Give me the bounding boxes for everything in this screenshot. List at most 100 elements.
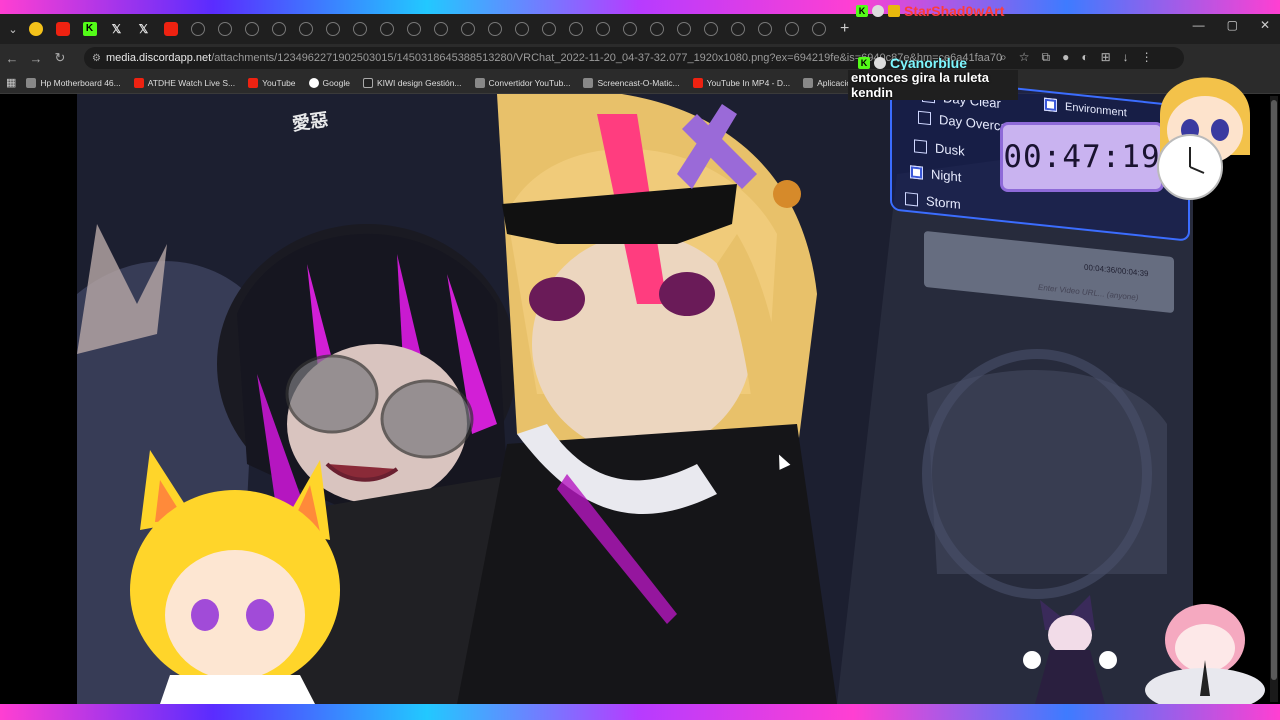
browser-tab[interactable] (562, 17, 589, 41)
checkbox-checked[interactable] (1044, 97, 1057, 113)
bookmark-item[interactable]: Screencast-O-Matic... (583, 77, 680, 88)
browser-tab[interactable] (481, 17, 508, 41)
maximize-button[interactable]: ▢ (1227, 18, 1238, 32)
checkbox[interactable] (914, 139, 927, 154)
site-info-icon[interactable]: ⚙ (92, 53, 106, 64)
browser-tab[interactable] (697, 17, 724, 41)
browser-tab[interactable] (805, 17, 832, 41)
browser-tab[interactable] (454, 17, 481, 41)
kick-icon: K (82, 22, 97, 36)
browser-tab[interactable]: K (76, 17, 103, 41)
reload-icon[interactable]: ↻ (48, 50, 72, 66)
back-arrow-icon[interactable]: ← (0, 51, 24, 66)
globe-icon (676, 22, 691, 36)
browser-tab[interactable]: 𝕏 (130, 17, 157, 41)
extension-icon[interactable]: ● (1062, 50, 1069, 65)
extensions-puzzle-icon[interactable]: ⊞ (1101, 50, 1111, 65)
x-logo-icon: 𝕏 (111, 22, 122, 36)
browser-tab[interactable] (427, 17, 454, 41)
globe-icon (703, 22, 718, 36)
bookmark-item[interactable]: KIWI design Gestión... (362, 77, 462, 88)
browser-tab[interactable] (346, 17, 373, 41)
browser-tab[interactable] (670, 17, 697, 41)
globe-icon (406, 22, 421, 36)
bookmark-item[interactable]: YouTube (248, 77, 296, 88)
apps-icon (803, 77, 814, 88)
bookmark-item[interactable]: Hp Motherboard 46... (26, 77, 121, 88)
browser-tab[interactable] (724, 17, 751, 41)
browser-tab[interactable] (751, 17, 778, 41)
globe-icon (784, 22, 799, 36)
youtube-icon (55, 22, 70, 36)
checkbox[interactable] (905, 192, 918, 207)
browser-tab[interactable]: 𝕏 (103, 17, 130, 41)
globe-icon (379, 22, 394, 36)
globe-icon (244, 22, 259, 36)
kick-badge-icon: K (858, 57, 870, 69)
streamer-avatar-fox (130, 450, 340, 704)
browser-tab[interactable] (778, 17, 805, 41)
chat-username: Cyanorblue (890, 55, 968, 71)
bookmark-item[interactable]: Google (308, 77, 350, 88)
globe-icon (568, 22, 583, 36)
scrollbar-thumb[interactable] (1271, 100, 1277, 680)
globe-icon (460, 22, 475, 36)
stream-overlay-bottom-border (0, 704, 1280, 720)
browser-tab[interactable] (292, 17, 319, 41)
globe-icon (217, 22, 232, 36)
browser-tab[interactable] (400, 17, 427, 41)
bookmarks-bar: ▦ Hp Motherboard 46... ATDHE Watch Live … (0, 72, 1280, 94)
browser-tab[interactable] (616, 17, 643, 41)
stream-overlay-top-border (0, 0, 1280, 14)
chat-message: K StarShad0wArt (856, 0, 1018, 22)
browser-tab[interactable] (643, 17, 670, 41)
checkbox[interactable] (918, 110, 931, 126)
browser-tab[interactable] (184, 17, 211, 41)
close-window-button[interactable]: ✕ (1260, 18, 1270, 32)
forward-arrow-icon[interactable]: → (24, 51, 48, 66)
browser-tab[interactable] (319, 17, 346, 41)
browser-tab[interactable] (22, 17, 49, 41)
download-icon[interactable]: ↓ (1123, 50, 1129, 65)
timer-value: 00:47:19 (1003, 139, 1161, 175)
streamer-avatar-clock-mascot (1157, 77, 1250, 200)
browser-tab[interactable] (535, 17, 562, 41)
bookmark-item[interactable]: Convertidor YouTub... (474, 77, 570, 88)
chat-message-text: entonces gira la ruleta kendin (848, 70, 1018, 100)
toolbar-icons: ⌕ ☆ ⧉ ● ◐ ⊞ ↓ ⋮ (1000, 50, 1153, 65)
browser-tab[interactable] (508, 17, 535, 41)
bookmark-item[interactable]: ATDHE Watch Live S... (133, 77, 235, 88)
extension-icon[interactable]: ⧉ (1042, 50, 1051, 65)
tab-favicon-icon (28, 22, 43, 36)
bookmark-favicon-icon (26, 77, 37, 88)
youtube-icon (248, 77, 259, 88)
url-host: media.discordapp.net (106, 52, 212, 64)
bookmark-star-icon[interactable]: ☆ (1019, 50, 1030, 65)
kick-badge-icon: K (856, 5, 868, 17)
globe-icon (514, 22, 529, 36)
stream-timer: 00:47:19 (1000, 122, 1164, 192)
browser-tab[interactable] (211, 17, 238, 41)
browser-tab[interactable] (373, 17, 400, 41)
chibi-avatar-dark (1023, 595, 1117, 704)
browser-tab[interactable] (589, 17, 616, 41)
globe-icon (325, 22, 340, 36)
apps-grid-icon[interactable]: ▦ (6, 76, 16, 89)
globe-icon (271, 22, 286, 36)
globe-icon (487, 22, 502, 36)
browser-tab[interactable] (49, 17, 76, 41)
browser-tab[interactable] (238, 17, 265, 41)
sub-badge-icon (888, 5, 900, 17)
bookmark-item[interactable]: YouTube In MP4 - D... (692, 77, 790, 88)
tab-search-dropdown[interactable]: ⌄ (4, 20, 22, 38)
minimize-button[interactable]: — (1193, 18, 1205, 32)
browser-tab-strip: ⌄ K 𝕏 𝕏 + (0, 14, 1280, 44)
globe-icon (649, 22, 664, 36)
extension-icon[interactable]: ◐ (1081, 50, 1088, 65)
bookmark-favicon-icon (692, 77, 703, 88)
x-logo-icon: 𝕏 (138, 22, 149, 36)
user-badge-icon (872, 5, 884, 17)
browser-tab[interactable] (265, 17, 292, 41)
browser-tab[interactable] (157, 17, 184, 41)
checkbox-checked[interactable] (910, 165, 923, 180)
